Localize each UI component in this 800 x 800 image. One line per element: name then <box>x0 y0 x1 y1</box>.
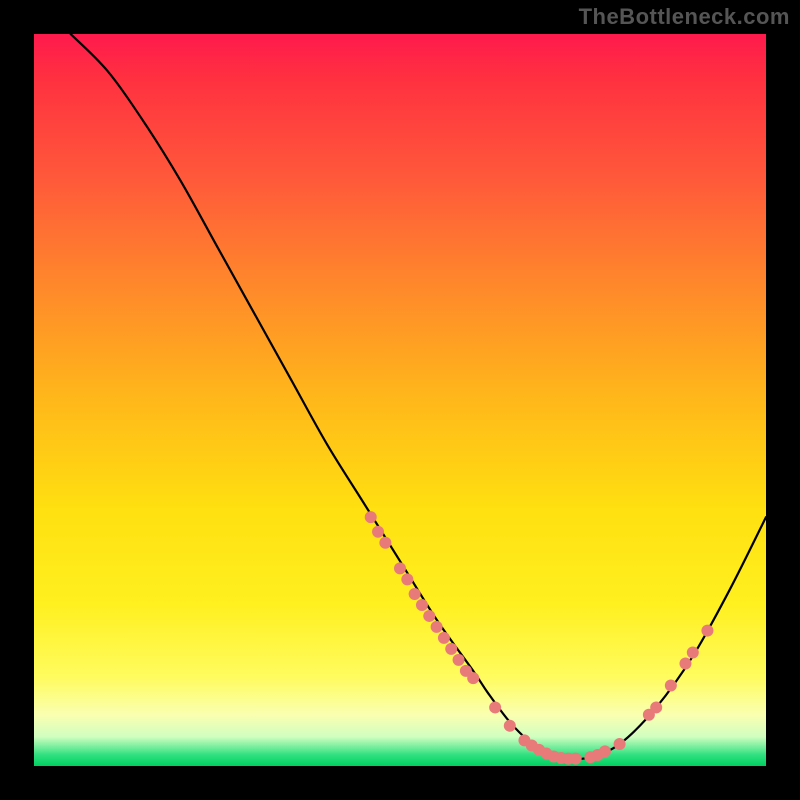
data-marker <box>423 610 435 622</box>
data-marker <box>394 562 406 574</box>
data-marker <box>687 647 699 659</box>
data-marker <box>504 720 516 732</box>
data-marker <box>467 672 479 684</box>
data-marker <box>453 654 465 666</box>
data-marker <box>599 745 611 757</box>
data-marker <box>431 621 443 633</box>
data-marker <box>416 599 428 611</box>
data-marker <box>438 632 450 644</box>
data-marker <box>489 701 501 713</box>
data-marker <box>409 588 421 600</box>
chart-svg <box>34 34 766 766</box>
data-marker <box>665 679 677 691</box>
plot-area <box>34 34 766 766</box>
data-marker <box>365 511 377 523</box>
watermark-text: TheBottleneck.com <box>579 4 790 30</box>
data-marker <box>650 701 662 713</box>
data-marker <box>679 658 691 670</box>
data-marker <box>570 753 582 765</box>
bottleneck-curve <box>71 34 766 759</box>
data-marker <box>401 573 413 585</box>
data-markers <box>365 511 714 765</box>
data-marker <box>701 625 713 637</box>
data-marker <box>445 643 457 655</box>
data-marker <box>372 526 384 538</box>
data-marker <box>379 537 391 549</box>
data-marker <box>614 738 626 750</box>
